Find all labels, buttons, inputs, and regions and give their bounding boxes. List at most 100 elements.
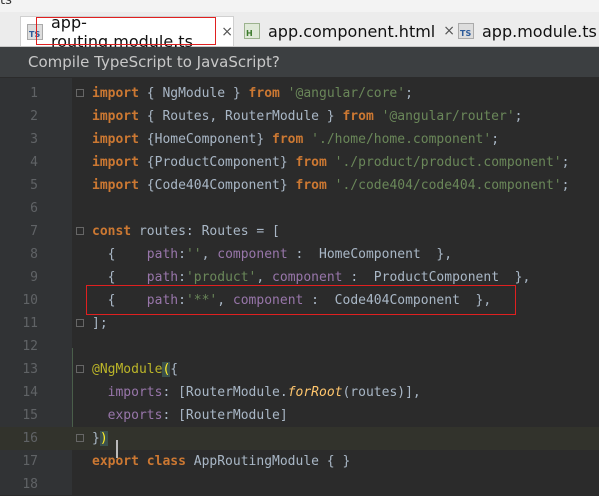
code-token: AppRoutingModule { } — [185, 454, 351, 469]
code-line[interactable]: 13 @NgModule({ — [0, 358, 599, 381]
line-code: const routes: Routes = [ — [92, 220, 280, 243]
line-number: 7 — [30, 224, 38, 239]
code-line[interactable]: 3 import {HomeComponent} from './home/hom… — [0, 128, 599, 151]
code-token: ; — [561, 155, 570, 170]
window-title-fragment: ts — [0, 0, 12, 8]
fold-marker-icon[interactable] — [76, 365, 84, 373]
code-token: from — [295, 178, 327, 193]
code-token: { NgModule } — [138, 86, 249, 101]
fold-marker-icon[interactable] — [76, 434, 84, 442]
code-line[interactable]: 16}) — [0, 427, 599, 450]
code-line[interactable]: 1 import { NgModule } from '@angular/core… — [0, 82, 599, 105]
tab-label: app.module.ts — [482, 21, 597, 41]
code-line[interactable]: 11]; — [0, 312, 599, 335]
banner-text: Compile TypeScript to JavaScript? — [28, 53, 280, 71]
tab-app-routing-module[interactable]: TS app-routing.module.ts × — [20, 13, 234, 51]
line-code: export class AppRoutingModule { } — [92, 450, 350, 473]
line-number: 8 — [30, 247, 38, 262]
line-code: exports: [RouterModule] — [92, 404, 288, 427]
code-token: ) — [99, 431, 108, 446]
code-line[interactable]: 4 import {ProductComponent} from './produ… — [0, 151, 599, 174]
code-line[interactable]: 17 export class AppRoutingModule { } — [0, 450, 599, 473]
code-token: {HomeComponent} — [138, 132, 273, 147]
line-code: import {HomeComponent} from './home/home… — [92, 128, 499, 151]
code-token: path — [146, 247, 179, 262]
line-number: 17 — [22, 454, 38, 469]
line-number: 4 — [30, 155, 38, 170]
line-code: @NgModule({ — [92, 358, 178, 381]
line-number: 6 — [30, 201, 38, 216]
code-token: from — [248, 86, 280, 101]
code-token: } — [92, 431, 100, 446]
code-line[interactable]: 7 const routes: Routes = [ — [0, 220, 599, 243]
code-token: import — [92, 109, 139, 124]
code-token: const — [92, 224, 132, 239]
line-number: 18 — [22, 477, 38, 492]
line-number: 15 — [22, 408, 38, 423]
code-token: { — [170, 362, 179, 377]
code-token: , — [201, 247, 218, 262]
line-number: 16 — [22, 431, 38, 446]
line-number: 10 — [22, 293, 38, 308]
tab-label: app-routing.module.ts — [51, 12, 193, 51]
wildcard-route-highlight-box — [86, 285, 516, 315]
code-token: : [RouterModule] — [162, 408, 288, 423]
code-line[interactable]: 18 — [0, 473, 599, 496]
code-token: './product/product.component' — [326, 155, 562, 170]
code-token: : — [178, 247, 186, 262]
code-token: {Code404Component} — [138, 178, 296, 193]
text-caret — [116, 440, 118, 458]
code-token: import — [92, 178, 139, 193]
line-number: 1 — [30, 86, 38, 101]
line-code: import {Code404Component} from './code40… — [92, 174, 569, 197]
code-token: from — [272, 132, 304, 147]
fold-marker-icon[interactable] — [76, 227, 84, 235]
code-editor[interactable]: 1 import { NgModule } from '@angular/core… — [0, 78, 599, 495]
code-line[interactable]: 2 import { Routes, RouterModule } from '@… — [0, 105, 599, 128]
code-token: import — [92, 132, 139, 147]
code-token: from — [295, 155, 327, 170]
close-tab-icon[interactable]: × — [443, 23, 455, 39]
typescript-file-icon: TS — [458, 23, 474, 39]
editor-tab-bar: TS app-routing.module.ts × H app.compone… — [0, 12, 599, 51]
code-token: {ProductComponent} — [138, 155, 296, 170]
fold-marker-icon[interactable] — [76, 319, 84, 327]
code-token: : [RouterModule. — [162, 385, 288, 400]
code-line[interactable]: 14 imports: [RouterModule.forRoot(routes… — [0, 381, 599, 404]
tab-label: app.component.html — [268, 21, 436, 41]
code-token: { Routes, RouterModule } — [138, 109, 343, 124]
code-token: : — [178, 270, 186, 285]
typescript-file-icon: TS — [27, 23, 43, 40]
html-file-icon: H — [244, 23, 260, 39]
fold-marker-icon[interactable] — [76, 89, 84, 97]
line-number: 11 — [22, 316, 38, 331]
line-number: 5 — [30, 178, 38, 193]
code-token: path — [146, 270, 179, 285]
line-code: imports: [RouterModule.forRoot(routes)], — [92, 381, 421, 404]
line-code: ]; — [92, 312, 108, 335]
tab-app-component-html[interactable]: H app.component.html × — [244, 16, 455, 46]
code-token: @NgModule — [92, 362, 163, 377]
compile-typescript-banner[interactable]: Compile TypeScript to JavaScript? — [0, 47, 599, 77]
code-token: ; — [561, 178, 570, 193]
code-token: import — [92, 155, 139, 170]
code-token: imports — [107, 385, 163, 400]
code-token: from — [342, 109, 374, 124]
line-number: 14 — [22, 385, 38, 400]
code-token: ; — [405, 86, 413, 101]
line-number: 2 — [30, 109, 38, 124]
code-line[interactable]: 8 { path:'', component : HomeComponent }… — [0, 243, 599, 266]
line-code: import { NgModule } from '@angular/core'… — [92, 82, 413, 105]
code-line[interactable]: 15 exports: [RouterModule] — [0, 404, 599, 427]
close-tab-icon[interactable]: × — [221, 24, 233, 40]
line-number: 12 — [22, 339, 38, 354]
code-line[interactable]: 6 — [0, 197, 599, 220]
code-token: export class — [92, 454, 186, 469]
code-line[interactable]: 5 import {Code404Component} from './code4… — [0, 174, 599, 197]
code-token: : HomeComponent }, — [287, 247, 453, 262]
line-number: 13 — [22, 362, 38, 377]
tab-app-module[interactable]: TS app.module.ts × — [458, 16, 599, 46]
code-line[interactable]: 12 — [0, 335, 599, 358]
